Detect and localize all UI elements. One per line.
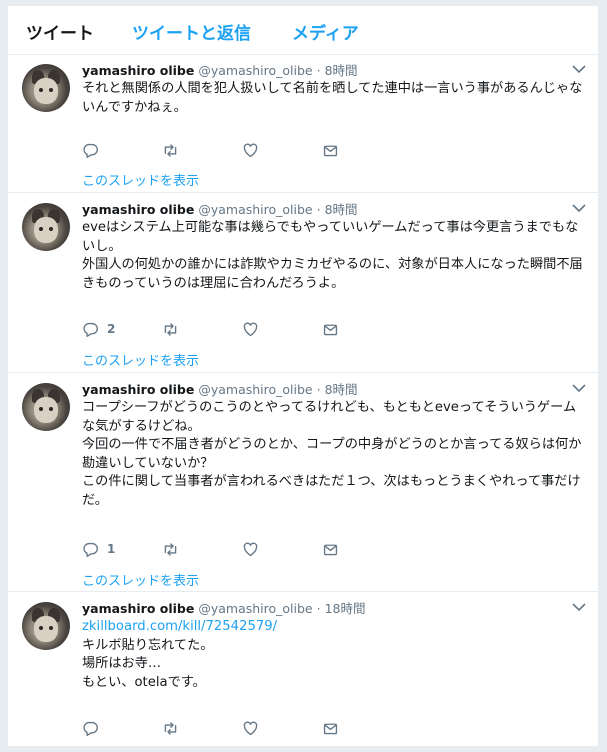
timeline-card: ツイート ツイートと返信 メディア yamashiro olibe @yamas…: [8, 6, 598, 746]
tweet[interactable]: yamashiro olibe @yamashiro_olibe · 8時間 e…: [8, 193, 598, 373]
separator-dot: ·: [316, 202, 321, 217]
reply-button[interactable]: 2: [82, 319, 115, 339]
handle[interactable]: @yamashiro_olibe: [198, 63, 312, 78]
tweet-text: eveはシステム上可能な事は幾らでもやっていいゲームだって事は今更言うまでもない…: [82, 219, 587, 293]
tweet-header: yamashiro olibe @yamashiro_olibe · 8時間: [82, 199, 358, 218]
tweet-header: yamashiro olibe @yamashiro_olibe · 8時間: [82, 379, 358, 398]
tweet-actions: 2: [82, 319, 402, 339]
display-name[interactable]: yamashiro olibe: [82, 63, 194, 78]
tweet[interactable]: yamashiro olibe @yamashiro_olibe · 8時間 コ…: [8, 373, 598, 592]
timestamp[interactable]: 18時間: [325, 601, 366, 616]
direct-message-button[interactable]: [322, 539, 339, 559]
display-name[interactable]: yamashiro olibe: [82, 202, 194, 217]
reply-icon: [83, 542, 98, 557]
tab-tweets-and-replies[interactable]: ツイートと返信: [132, 19, 251, 44]
reply-icon: [83, 322, 98, 337]
tweet-text: zkillboard.com/kill/72542579/ キルボ貼り忘れてた。…: [82, 618, 587, 692]
avatar[interactable]: [22, 64, 70, 112]
like-button[interactable]: [242, 539, 259, 559]
chevron-down-icon[interactable]: [572, 64, 586, 74]
chevron-down-icon[interactable]: [572, 383, 586, 393]
reply-icon: [83, 143, 98, 158]
tweet-actions: [82, 718, 402, 738]
direct-message-button[interactable]: [322, 319, 339, 339]
tweet[interactable]: yamashiro olibe @yamashiro_olibe · 8時間 そ…: [8, 54, 598, 193]
reply-button[interactable]: 1: [82, 539, 115, 559]
direct-message-button[interactable]: [322, 140, 339, 160]
reply-button[interactable]: [82, 718, 99, 738]
retweet-button[interactable]: [162, 539, 179, 559]
avatar[interactable]: [22, 203, 70, 251]
tweet-body: キルボ貼り忘れてた。 場所はお寺… もとい、otelaです。: [82, 637, 214, 690]
tweet-body: コープシーフがどうのこうのとやってるけれども、もともとeveってそういうゲームな…: [82, 400, 582, 508]
chevron-down-icon[interactable]: [572, 602, 586, 612]
retweet-icon: [164, 143, 177, 157]
heart-icon: [243, 541, 258, 556]
tweet-body: eveはシステム上可能な事は幾らでもやっていいゲームだって事は今更言うまでもない…: [82, 220, 583, 291]
tweet-actions: [82, 140, 402, 160]
chevron-down-icon[interactable]: [572, 203, 586, 213]
retweet-icon: [164, 542, 177, 556]
tweet-text: コープシーフがどうのこうのとやってるけれども、もともとeveってそういうゲームな…: [82, 399, 587, 510]
retweet-button[interactable]: [162, 718, 179, 738]
like-button[interactable]: [242, 319, 259, 339]
heart-icon: [243, 720, 258, 735]
reply-count: 2: [107, 322, 116, 336]
handle[interactable]: @yamashiro_olibe: [198, 382, 312, 397]
display-name[interactable]: yamashiro olibe: [82, 382, 194, 397]
direct-message-button[interactable]: [322, 718, 339, 738]
separator-dot: ·: [316, 601, 321, 616]
profile-tabs: ツイート ツイートと返信 メディア: [8, 6, 598, 55]
tweet-header: yamashiro olibe @yamashiro_olibe · 8時間: [82, 60, 358, 79]
tweet-body: それと無関係の人間を犯人扱いして名前を晒してた連中は一言いう事があるんじゃないん…: [82, 81, 583, 115]
retweet-button[interactable]: [162, 319, 179, 339]
tweet[interactable]: yamashiro olibe @yamashiro_olibe · 18時間 …: [8, 592, 598, 752]
envelope-icon: [323, 145, 338, 156]
envelope-icon: [323, 324, 338, 335]
timestamp[interactable]: 8時間: [325, 63, 358, 78]
show-thread-link[interactable]: このスレッドを表示: [82, 350, 199, 369]
retweet-icon: [164, 322, 177, 336]
reply-count: 1: [107, 542, 116, 556]
handle[interactable]: @yamashiro_olibe: [198, 202, 312, 217]
reply-button[interactable]: [82, 140, 107, 160]
zkillboard-link[interactable]: zkillboard.com/kill/72542579/: [82, 619, 277, 634]
separator-dot: ·: [316, 63, 321, 78]
envelope-icon: [323, 544, 338, 555]
tweet-text: それと無関係の人間を犯人扱いして名前を晒してた連中は一言いう事があるんじゃないん…: [82, 80, 587, 117]
timestamp[interactable]: 8時間: [325, 382, 358, 397]
like-button[interactable]: [242, 140, 259, 160]
tweet-actions: 1: [82, 539, 402, 559]
show-thread-link[interactable]: このスレッドを表示: [82, 170, 199, 189]
tab-media[interactable]: メディア: [292, 19, 359, 44]
avatar[interactable]: [22, 602, 70, 650]
heart-icon: [243, 321, 258, 336]
tab-tweets[interactable]: ツイート: [26, 19, 94, 44]
reply-icon: [83, 721, 98, 736]
separator-dot: ·: [316, 382, 321, 397]
retweet-button[interactable]: [162, 140, 179, 160]
tweet-header: yamashiro olibe @yamashiro_olibe · 18時間: [82, 598, 366, 617]
handle[interactable]: @yamashiro_olibe: [198, 601, 312, 616]
like-button[interactable]: [242, 718, 259, 738]
heart-icon: [243, 142, 258, 157]
timestamp[interactable]: 8時間: [325, 202, 358, 217]
retweet-icon: [164, 721, 177, 735]
display-name[interactable]: yamashiro olibe: [82, 601, 194, 616]
show-thread-link[interactable]: このスレッドを表示: [82, 570, 199, 589]
envelope-icon: [323, 723, 338, 734]
avatar[interactable]: [22, 383, 70, 431]
